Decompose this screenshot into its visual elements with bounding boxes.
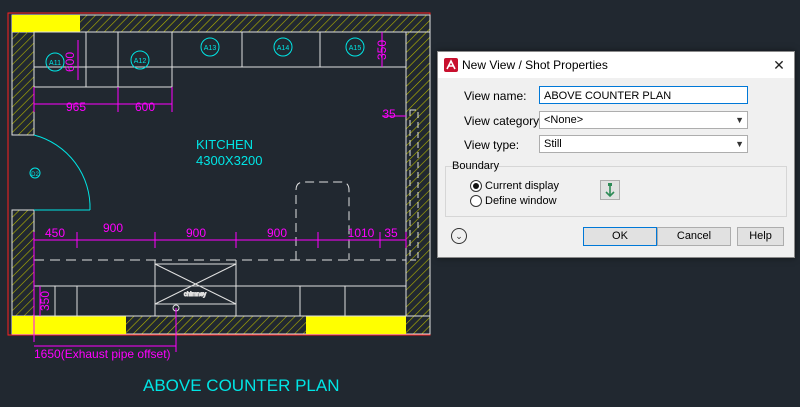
define-window-label: Define window <box>485 195 557 207</box>
dialog-title-bar[interactable]: New View / Shot Properties ✕ <box>438 52 794 78</box>
view-type-select[interactable]: Still ▼ <box>539 135 748 153</box>
cabinet-tag-a12: A12 <box>134 58 147 65</box>
cabinet-tag-a13: A13 <box>204 45 217 52</box>
svg-text:D2: D2 <box>31 172 39 178</box>
view-name-value: ABOVE COUNTER PLAN <box>544 90 672 102</box>
view-type-label: View type: <box>464 138 520 152</box>
chimney-label: chimney <box>184 292 206 298</box>
dialog-title: New View / Shot Properties <box>462 58 608 72</box>
cabinet-tag-a15: A15 <box>349 45 362 52</box>
new-view-dialog: New View / Shot Properties ✕ View name: … <box>437 51 795 258</box>
room-name: KITCHEN <box>196 137 253 152</box>
upper-cabinets <box>33 31 407 88</box>
chevron-down-icon: ▼ <box>735 139 744 149</box>
define-window-pick-button[interactable] <box>600 180 620 200</box>
close-icon[interactable]: ✕ <box>764 52 794 78</box>
dim-1010: 1010 <box>348 226 375 240</box>
view-category-label: View category: <box>464 114 543 128</box>
door-tag: D2 <box>29 167 41 179</box>
cabinet-tags: A11 A12 A13 A14 A15 <box>45 37 365 72</box>
pick-window-icon <box>605 183 615 198</box>
dim-600-vertical: 600 <box>63 52 77 72</box>
view-category-select[interactable]: <None> ▼ <box>539 111 748 129</box>
define-window-radio[interactable] <box>470 195 482 207</box>
plan-title: ABOVE COUNTER PLAN <box>143 376 340 395</box>
dim-35-a: 35 <box>382 107 396 121</box>
cabinet-tag-a14: A14 <box>277 45 290 52</box>
chevron-down-icon: ▼ <box>735 115 744 125</box>
current-display-radio[interactable] <box>470 180 482 192</box>
dim-900-c: 900 <box>267 226 287 240</box>
view-type-value: Still <box>544 138 562 150</box>
dim-exhaust-offset: 1650(Exhaust pipe offset) <box>34 347 171 361</box>
dim-450: 450 <box>45 226 65 240</box>
cancel-button[interactable]: Cancel <box>657 227 731 246</box>
hob-chimney: chimney <box>154 263 237 312</box>
help-button[interactable]: Help <box>737 227 784 246</box>
dim-600: 600 <box>135 100 155 114</box>
dim-35-b: 35 <box>384 226 398 240</box>
current-display-label: Current display <box>485 180 559 192</box>
dim-900-a: 900 <box>103 221 123 235</box>
view-name-label: View name: <box>464 89 527 103</box>
dim-350-bottom: 350 <box>38 291 52 311</box>
view-name-input[interactable]: ABOVE COUNTER PLAN <box>539 86 748 104</box>
view-category-value: <None> <box>544 114 584 126</box>
cabinet-tag-a11: A11 <box>49 60 61 67</box>
room-size: 4300X3200 <box>196 153 263 168</box>
autocad-app-icon <box>444 58 458 72</box>
expand-options-icon[interactable]: ⌄ <box>451 228 467 244</box>
ok-button[interactable]: OK <box>583 227 657 246</box>
dim-965: 965 <box>66 100 86 114</box>
boundary-label: Boundary <box>452 160 500 172</box>
door-swing <box>12 134 91 211</box>
dim-350-top: 350 <box>375 40 389 60</box>
dim-900-b: 900 <box>186 226 206 240</box>
